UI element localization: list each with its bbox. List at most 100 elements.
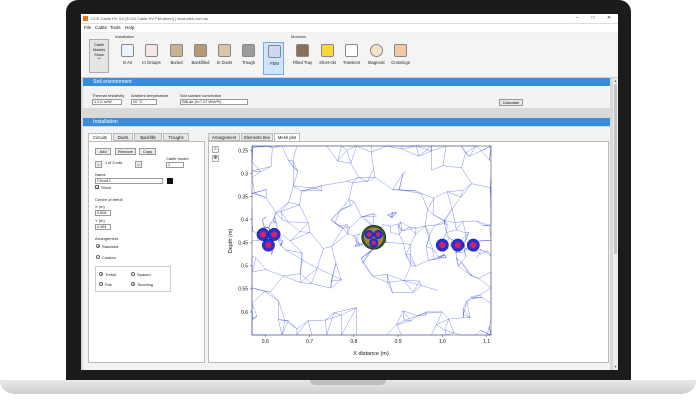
- circuit-color-swatch[interactable]: [167, 178, 173, 184]
- menu-cable[interactable]: Cable: [95, 25, 107, 30]
- x-axis-label: X distance (m): [353, 351, 389, 357]
- scroll-down-arrow[interactable]: ▼: [613, 364, 618, 369]
- calculate-button[interactable]: Calculate: [499, 99, 523, 106]
- conductor-core: [371, 240, 376, 245]
- x-label: X (m): [95, 204, 105, 209]
- modules-group-label: Modules: [291, 34, 307, 39]
- y-axis-label: Depth (m): [228, 229, 234, 254]
- filled-tray-icon: [296, 44, 309, 57]
- layout-options-box: [95, 266, 171, 292]
- trough-button[interactable]: Trough: [238, 42, 259, 75]
- tab-elements-tree[interactable]: Elements tree: [241, 133, 273, 141]
- buried-button[interactable]: Buried: [166, 42, 187, 75]
- next-circuit-button[interactable]: >: [135, 161, 142, 168]
- remove-button[interactable]: Remove: [115, 148, 136, 155]
- in-groups-button[interactable]: In Groups: [141, 42, 162, 75]
- ambient-temperature-field[interactable]: 20 °C: [131, 99, 157, 105]
- in-ducts-button[interactable]: In Ducts: [214, 42, 235, 75]
- filled-tray-button[interactable]: Filled Tray: [292, 42, 313, 75]
- backfilled-button[interactable]: Backfilled: [190, 42, 211, 75]
- previous-circuit-button[interactable]: <: [95, 161, 102, 168]
- x-tick-label: 0.9: [395, 339, 402, 345]
- y-tick-label: 0.6: [241, 310, 248, 316]
- minimize-button[interactable]: –: [569, 14, 585, 23]
- y-tick-label: 0.45: [238, 241, 248, 247]
- installation-header[interactable]: Installation: [83, 118, 610, 126]
- add-button[interactable]: Add: [95, 148, 111, 155]
- tab-arrangement[interactable]: Arrangement: [208, 133, 240, 141]
- conductor-core: [367, 232, 372, 237]
- in-groups-label: In Groups: [142, 60, 161, 65]
- tab-ducts[interactable]: Ducts: [113, 133, 133, 141]
- transient-button[interactable]: Transient: [341, 42, 362, 75]
- thermal-resistivity-field[interactable]: 1.2 K.m/W: [92, 99, 122, 105]
- centre-of-trefoil-label: Centre of trefoil: [95, 197, 123, 202]
- soil-convection-label: Soil surface convection: [180, 93, 222, 98]
- spaced-label: Spaced: [137, 272, 151, 277]
- menu-help[interactable]: Help: [125, 25, 134, 30]
- close-button[interactable]: ✕: [601, 14, 617, 23]
- x-tick-label: 0.8: [350, 339, 357, 345]
- custom-label: Custom: [102, 255, 116, 260]
- crossings-icon: [394, 44, 407, 57]
- standard-radio[interactable]: [96, 244, 100, 248]
- y-tick-label: 0.3: [241, 171, 248, 177]
- tab-mesh-plot[interactable]: Mesh plot: [274, 133, 300, 141]
- in-air-label: In Air: [122, 60, 133, 65]
- soil-environment-header[interactable]: Soil environment: [83, 78, 610, 86]
- y-tick-label: 0.25: [238, 148, 248, 154]
- fem-button[interactable]: FEM: [263, 42, 284, 75]
- x-tick-label: 0.7: [306, 339, 313, 345]
- maximize-button[interactable]: □: [585, 14, 601, 23]
- circuit-name-field[interactable]: Circuit 1: [95, 178, 163, 184]
- x-tick-label: 1.0: [439, 339, 446, 345]
- scroll-up-arrow[interactable]: ▲: [613, 78, 618, 83]
- in-ducts-label: In Ducts: [216, 60, 233, 65]
- menu-bar: File Cable Tools Help: [81, 24, 618, 32]
- ambient-temperature-label: Ambient temperature: [131, 93, 169, 98]
- soil-convection-select[interactable]: Still air (h=7.07 W/m²K): [180, 99, 248, 105]
- flat-label: Flat: [105, 282, 112, 287]
- magnetic-button[interactable]: Magnetic: [366, 42, 387, 75]
- short-ckt-button[interactable]: Short-ckt: [317, 42, 338, 75]
- crossings-button[interactable]: Crossings: [390, 42, 411, 75]
- conductor-core: [271, 231, 278, 238]
- copy-button[interactable]: Copy: [139, 148, 156, 155]
- conductor-core: [439, 242, 446, 249]
- tab-circuits[interactable]: Circuits: [88, 133, 112, 141]
- conductor-core: [470, 242, 477, 249]
- touching-label: Touching: [137, 282, 154, 287]
- y-label: Y (m): [95, 218, 105, 223]
- in-air-icon: [121, 44, 134, 57]
- menu-tools[interactable]: Tools: [110, 25, 121, 30]
- spaced-radio[interactable]: [131, 272, 135, 276]
- cable-models-button[interactable]: Cable Models Show ︾: [89, 39, 109, 73]
- chevron-down-icon: ︾: [97, 58, 101, 62]
- fem-label: FEM: [270, 61, 279, 66]
- show-checkbox[interactable]: ✓: [95, 185, 99, 190]
- x-field[interactable]: 0.606: [95, 210, 111, 216]
- trough-label: Trough: [241, 60, 256, 65]
- x-tick-label: 1.1: [483, 339, 490, 345]
- buried-label: Buried: [170, 60, 183, 65]
- backfilled-icon: [194, 44, 207, 57]
- magnetic-icon: [370, 44, 383, 57]
- cable-model-select[interactable]: 1: [166, 162, 184, 168]
- menu-file[interactable]: File: [84, 25, 91, 30]
- title-bar: CCP Cable HV 3.0 [E:\04 Cable HV File\de…: [81, 14, 618, 24]
- in-air-button[interactable]: In Air: [117, 42, 138, 75]
- fem-mesh-icon: [268, 45, 281, 58]
- y-tick-label: 0.55: [238, 287, 248, 293]
- transient-label: Transient: [342, 60, 361, 65]
- mesh-plot-chart[interactable]: 0.6 0.7 0.8 0.9 1.0 1.1 0.25 0.3 0.35 0.4 0.45 0.5 0…: [208, 141, 609, 363]
- custom-radio[interactable]: [96, 255, 100, 259]
- flat-radio[interactable]: [99, 282, 103, 286]
- touching-radio[interactable]: [131, 282, 135, 286]
- short-ckt-label: Short-ckt: [319, 60, 336, 65]
- app-icon: [83, 16, 88, 21]
- y-field[interactable]: 0.454: [95, 224, 111, 230]
- trefoil-radio[interactable]: [99, 272, 103, 276]
- scrollbar-thumb[interactable]: [614, 84, 617, 254]
- tab-backfills[interactable]: Backfills: [134, 133, 162, 141]
- tab-troughs[interactable]: Troughs: [163, 133, 189, 141]
